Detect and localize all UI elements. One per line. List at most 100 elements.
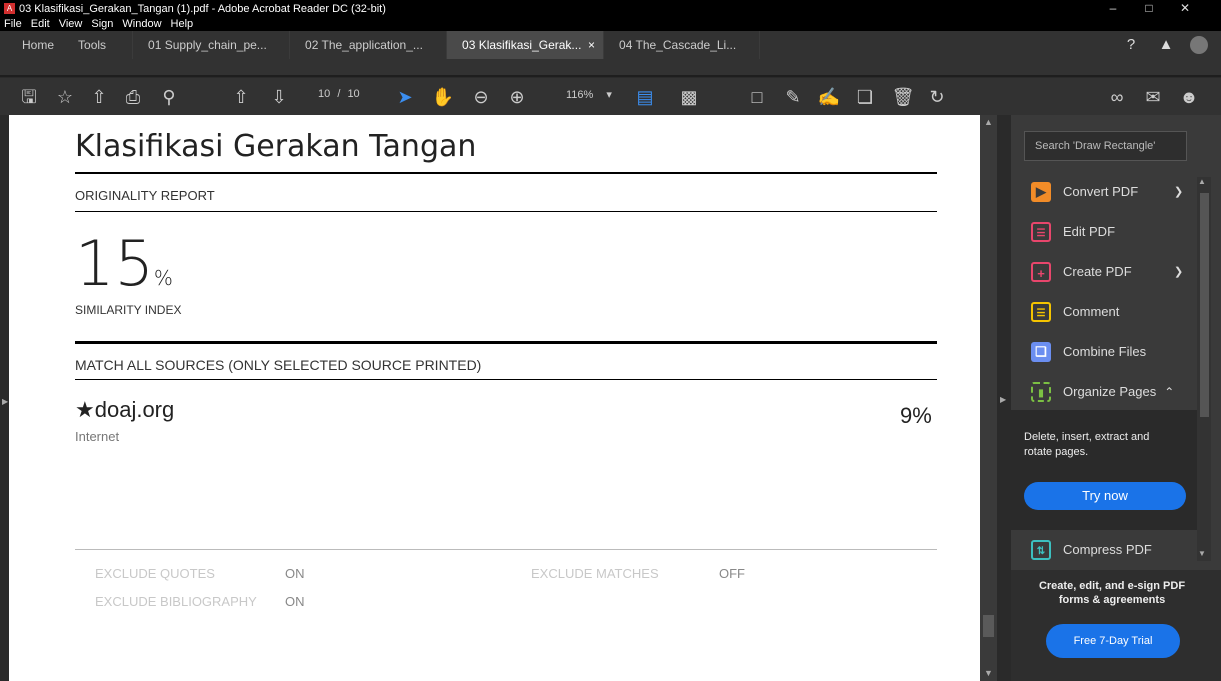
rotate-icon[interactable]: ↻ bbox=[924, 84, 950, 110]
exclude-matches-value: OFF bbox=[719, 566, 745, 581]
bookmark-star-icon[interactable]: ☆ bbox=[52, 84, 78, 110]
document-page: Klasifikasi Gerakan Tangan ORIGINALITY R… bbox=[9, 115, 980, 681]
tool-create-pdf[interactable]: + Create PDF ❯ bbox=[1031, 259, 1183, 285]
window-titlebar: A 03 Klasifikasi_Gerakan_Tangan (1).pdf … bbox=[0, 0, 1221, 17]
menu-edit[interactable]: Edit bbox=[31, 18, 50, 30]
zoom-dropdown[interactable]: 116% ▾ bbox=[566, 88, 612, 101]
add-user-icon[interactable]: ☻ bbox=[1176, 84, 1202, 110]
tool-organize-pages[interactable]: ▮ Organize Pages ⌃ bbox=[1031, 379, 1174, 405]
help-icon[interactable]: ? bbox=[1120, 34, 1142, 56]
print-icon[interactable]: ⎙ bbox=[120, 84, 146, 110]
scroll-thumb[interactable] bbox=[1200, 193, 1209, 417]
scroll-down-icon[interactable]: ▼ bbox=[980, 668, 997, 678]
tab-label: 02 The_application_... bbox=[305, 38, 423, 52]
scroll-down-icon[interactable]: ▼ bbox=[1198, 549, 1206, 558]
chevron-down-icon: ❯ bbox=[1174, 186, 1184, 198]
menu-sign[interactable]: Sign bbox=[91, 18, 113, 30]
page-current[interactable]: 10 bbox=[318, 88, 330, 100]
similarity-label: SIMILARITY INDEX bbox=[75, 303, 182, 317]
tab-document-3[interactable]: 03 Klasifikasi_Gerak... × bbox=[446, 31, 604, 59]
scroll-up-icon[interactable]: ▲ bbox=[1198, 177, 1206, 186]
tool-label: Organize Pages bbox=[1063, 384, 1157, 399]
delete-icon[interactable]: 🗑 bbox=[890, 84, 916, 110]
fit-page-icon[interactable]: ▤ bbox=[632, 84, 658, 110]
page-indicator[interactable]: 10 / 10 bbox=[318, 88, 360, 100]
tools-scrollbar[interactable]: ▲ ▼ bbox=[1197, 177, 1211, 561]
share-link-icon[interactable]: ∞ bbox=[1104, 84, 1130, 110]
originality-heading: ORIGINALITY REPORT bbox=[75, 188, 215, 203]
tool-label: Convert PDF bbox=[1063, 184, 1139, 199]
stamp-icon[interactable]: ❏ bbox=[852, 84, 878, 110]
zoom-value: 116% bbox=[566, 89, 594, 101]
zoom-out-icon[interactable]: ⊖ bbox=[468, 84, 494, 110]
maximize-button[interactable]: □ bbox=[1134, 0, 1164, 17]
tool-convert-pdf[interactable]: ▶ Convert PDF ❯ bbox=[1031, 179, 1183, 205]
tool-label: Comment bbox=[1063, 304, 1120, 319]
promo-text: Create, edit, and e-sign PDF forms & agr… bbox=[1038, 580, 1186, 606]
tab-label: 01 Supply_chain_pe... bbox=[148, 38, 267, 52]
zoom-in-icon[interactable]: ⊕ bbox=[504, 84, 530, 110]
chevron-down-icon: ▾ bbox=[606, 89, 612, 101]
minimize-button[interactable]: – bbox=[1098, 0, 1128, 17]
chevron-down-icon: ❯ bbox=[1174, 266, 1184, 278]
try-now-button[interactable]: Try now bbox=[1024, 482, 1186, 510]
sign-icon[interactable]: ✍ bbox=[816, 84, 842, 110]
menu-view[interactable]: View bbox=[59, 18, 83, 30]
main-toolbar: 🖫 ☆ ⇧ ⎙ ⚲ ⇧ ⇩ 10 / 10 ➤ ✋ ⊖ ⊕ 116% ▾ ▤ ▩… bbox=[0, 77, 1221, 115]
previous-page-icon[interactable]: ⇧ bbox=[228, 84, 254, 110]
email-icon[interactable]: ✉ bbox=[1140, 84, 1166, 110]
combine-files-icon: ❏ bbox=[1031, 342, 1051, 362]
chevron-up-icon[interactable]: ⌃ bbox=[1164, 379, 1174, 405]
source-percent: 9% bbox=[900, 403, 932, 428]
zoom-search-icon[interactable]: ⚲ bbox=[156, 84, 182, 110]
menu-file[interactable]: File bbox=[4, 18, 22, 30]
tools-search-input[interactable]: Search 'Draw Rectangle' bbox=[1024, 131, 1187, 161]
similarity-value: 15% bbox=[75, 233, 173, 309]
organize-pages-icon: ▮ bbox=[1031, 382, 1051, 402]
close-tab-icon[interactable]: × bbox=[588, 31, 595, 59]
menu-window[interactable]: Window bbox=[122, 18, 161, 30]
tab-document-1[interactable]: 01 Supply_chain_pe... bbox=[132, 31, 289, 59]
free-trial-button[interactable]: Free 7-Day Trial bbox=[1046, 624, 1180, 658]
expand-right-icon: ▶ bbox=[2, 397, 9, 406]
comment-icon: ☰ bbox=[1031, 302, 1051, 322]
star-icon: ★ bbox=[75, 397, 95, 422]
document-scrollbar[interactable]: ▲ ▼ bbox=[980, 115, 997, 681]
exclude-quotes-label: EXCLUDE QUOTES bbox=[95, 566, 215, 581]
close-window-button[interactable]: ✕ bbox=[1170, 0, 1200, 17]
tab-tools[interactable]: Tools bbox=[66, 31, 132, 59]
tool-compress-pdf[interactable]: ⇅ Compress PDF bbox=[1031, 537, 1152, 563]
tool-comment[interactable]: ☰ Comment bbox=[1031, 299, 1119, 325]
right-panel-toggle[interactable]: ▶ bbox=[997, 115, 1011, 681]
menu-help[interactable]: Help bbox=[171, 18, 194, 30]
select-tool-icon[interactable]: ➤ bbox=[392, 84, 418, 110]
similarity-number: 15 bbox=[75, 227, 154, 300]
avatar[interactable] bbox=[1190, 36, 1208, 54]
next-page-icon[interactable]: ⇩ bbox=[266, 84, 292, 110]
menu-bar: File Edit View Sign Window Help bbox=[0, 17, 1221, 31]
tool-label: Compress PDF bbox=[1063, 542, 1152, 557]
tool-combine-files[interactable]: ❏ Combine Files bbox=[1031, 339, 1146, 365]
tab-home[interactable]: Home bbox=[0, 31, 66, 59]
bell-icon[interactable]: ▲ bbox=[1155, 34, 1177, 56]
scroll-thumb[interactable] bbox=[983, 615, 994, 637]
convert-pdf-icon: ▶ bbox=[1031, 182, 1051, 202]
scroll-mode-icon[interactable]: ▩ bbox=[676, 84, 702, 110]
exclude-bibliography-label: EXCLUDE BIBLIOGRAPHY bbox=[95, 594, 257, 609]
upload-icon[interactable]: ⇧ bbox=[86, 84, 112, 110]
highlight-pen-icon[interactable]: ✎ bbox=[780, 84, 806, 110]
tool-edit-pdf[interactable]: ☰ Edit PDF bbox=[1031, 219, 1115, 245]
trial-promo: Create, edit, and e-sign PDF forms & agr… bbox=[1011, 570, 1221, 681]
window-title: 03 Klasifikasi_Gerakan_Tangan (1).pdf - … bbox=[19, 2, 386, 15]
hand-tool-icon[interactable]: ✋ bbox=[430, 84, 456, 110]
left-panel-toggle[interactable]: ▶ bbox=[0, 115, 9, 681]
scroll-up-icon[interactable]: ▲ bbox=[980, 117, 997, 127]
divider bbox=[75, 172, 937, 174]
comment-tool-icon[interactable]: □ bbox=[744, 84, 770, 110]
tool-label: Create PDF bbox=[1063, 264, 1132, 279]
tab-label: 03 Klasifikasi_Gerak... bbox=[462, 38, 582, 52]
tab-document-4[interactable]: 04 The_Cascade_Li... bbox=[603, 31, 761, 59]
acrobat-icon: A bbox=[4, 3, 15, 14]
save-icon[interactable]: 🖫 bbox=[16, 84, 42, 110]
tab-document-2[interactable]: 02 The_application_... bbox=[289, 31, 446, 59]
